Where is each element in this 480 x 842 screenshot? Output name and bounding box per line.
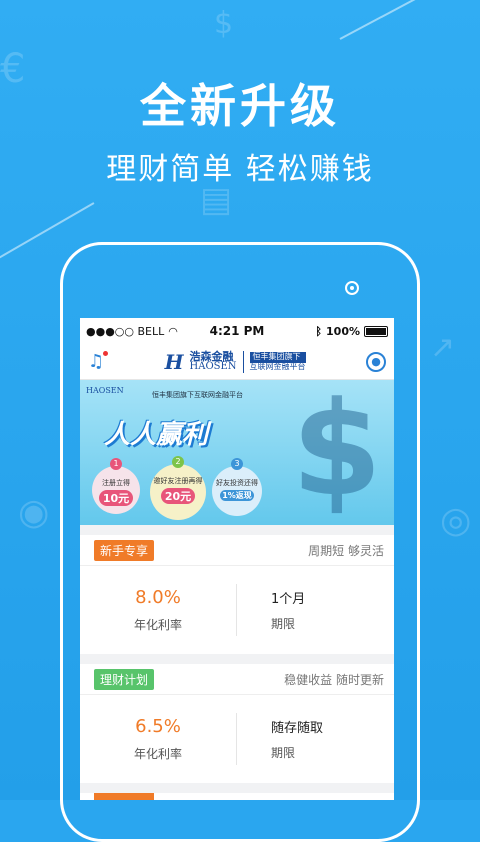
- annual-rate: 8.0%: [135, 587, 181, 608]
- brand-logo: H 浩森金融 HAOSEN 恒丰集团旗下 互联网金融平台: [165, 350, 306, 374]
- product-card-plan[interactable]: 理财计划 稳健收益 随时更新 6.5% 年化利率 随存随取 期限: [80, 664, 394, 783]
- logo-english-name: HAOSEN: [189, 361, 237, 372]
- status-time: 4:21 PM: [209, 324, 265, 338]
- app-screen: ●●●○○ BELL ◠ 4:21 PM ᛒ 100% ♫ H 浩森金融 HAO…: [80, 318, 394, 800]
- step-amount: 20元: [161, 488, 195, 504]
- term-value: 1个月: [271, 592, 306, 607]
- banner-brand: HAOSEN: [86, 386, 124, 395]
- bell-icon[interactable]: ♫: [88, 351, 109, 372]
- app-header: ♫ H 浩森金融 HAOSEN 恒丰集团旗下 互联网金融平台 ●: [80, 344, 394, 380]
- step-amount: 10元: [99, 490, 133, 506]
- product-card-newbie[interactable]: 新手专享 周期短 够灵活 8.0% 年化利率 1个月 期限: [80, 535, 394, 654]
- money-bag-icon: $: [214, 6, 234, 41]
- step-number: 3: [231, 458, 243, 470]
- rate-label: 年化利率: [133, 618, 182, 632]
- logo-subtitle: 互联网金融平台: [249, 361, 306, 371]
- banner-title: 人人赢利: [104, 420, 209, 450]
- status-bar: ●●●○○ BELL ◠ 4:21 PM ᛒ 100%: [80, 318, 394, 344]
- product-card-partial[interactable]: [80, 793, 394, 800]
- banner-slogan: 恒丰集团旗下互联网金融平台: [152, 391, 243, 399]
- battery-icon: [364, 325, 388, 337]
- chart-icon: ↗: [430, 330, 456, 365]
- product-features: 周期短 够灵活: [308, 543, 384, 558]
- term-label: 期限: [271, 746, 296, 760]
- promo-subline: 理财简单 轻松赚钱: [106, 152, 374, 187]
- logo-mark: H: [164, 349, 184, 374]
- rate-label: 年化利率: [133, 747, 182, 761]
- logo-group-tag: 恒丰集团旗下: [249, 351, 306, 363]
- term-value: 随存随取: [271, 721, 324, 736]
- notification-dot: [103, 351, 109, 356]
- step-number: 1: [110, 458, 122, 470]
- dollar-icon: $: [291, 380, 382, 525]
- logo-divider: [242, 350, 244, 373]
- product-features: 稳健收益 随时更新: [284, 672, 384, 687]
- camera-icon: [345, 281, 359, 295]
- product-tag: 理财计划: [94, 668, 155, 690]
- banner-step-3: 3 好友投资还得 1%返现: [212, 458, 262, 516]
- banner-step-2: 2 邀好友注册再得 20元: [150, 456, 206, 520]
- term-label: 期限: [271, 617, 296, 631]
- coin-icon: ◎: [440, 500, 472, 541]
- promo-banner[interactable]: HAOSEN 恒丰集团旗下互联网金融平台 $ 人人赢利 1 注册立得 10元 2…: [80, 380, 394, 525]
- step-amount: 1%返现: [220, 490, 254, 501]
- promo-headline: 全新升级: [140, 79, 340, 133]
- step-text: 好友投资还得: [216, 479, 258, 487]
- annual-rate: 6.5%: [135, 716, 181, 737]
- user-icon[interactable]: ●: [366, 351, 386, 372]
- product-tag: 新手专享: [94, 539, 155, 561]
- banner-step-1: 1 注册立得 10元: [92, 458, 140, 514]
- step-text: 注册立得: [102, 479, 130, 487]
- step-number: 2: [172, 456, 184, 468]
- coin-stack-icon: ◉: [18, 492, 50, 533]
- decor-line: [339, 0, 480, 40]
- step-text: 邀好友注册再得: [153, 477, 203, 485]
- product-tag: [94, 793, 154, 800]
